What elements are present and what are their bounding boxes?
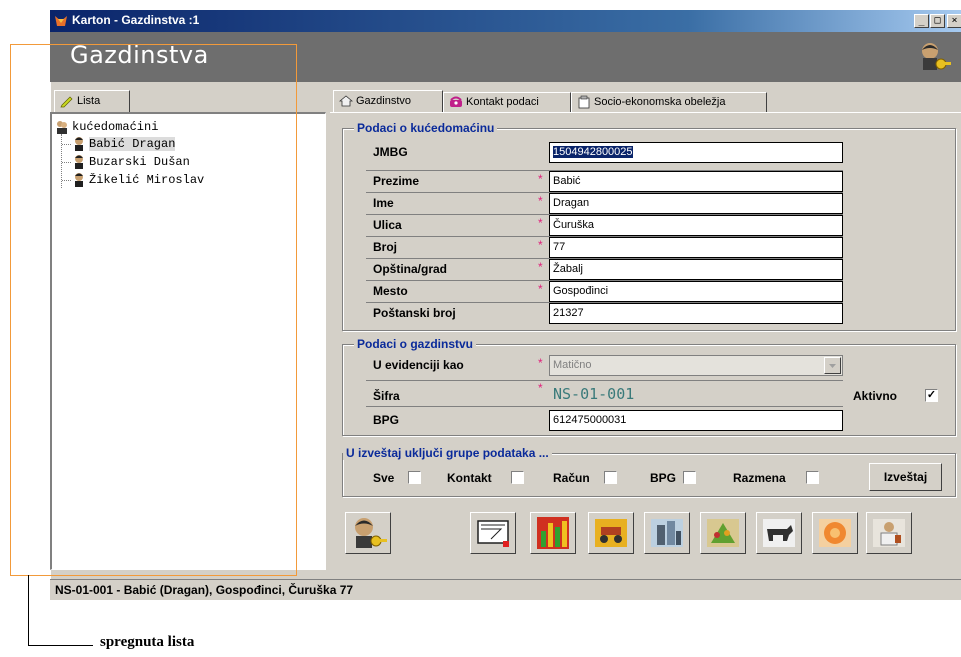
required-marker: * — [538, 238, 543, 252]
prezime-label: Prezime — [373, 174, 420, 188]
row-divider — [366, 406, 843, 407]
building-icon — [651, 519, 683, 547]
jmbg-field[interactable]: 1504942800025 — [549, 142, 843, 163]
certificate-icon — [477, 520, 509, 547]
tab-socio[interactable]: Socio-ekonomska obeležja — [571, 92, 767, 112]
tractor-icon — [595, 519, 627, 547]
opstina-label: Opština/grad — [373, 262, 448, 276]
status-bar: NS-01-001 - Babić (Dragan), Gospođinci, … — [50, 579, 961, 600]
status-text: NS-01-001 - Babić (Dragan), Gospođinci, … — [55, 583, 354, 597]
callout-line — [28, 645, 93, 646]
evidencija-select[interactable]: Matično — [549, 355, 843, 376]
lab-icon — [873, 519, 905, 547]
document-icon — [578, 95, 590, 109]
opt-racun-checkbox[interactable] — [604, 471, 617, 484]
required-marker: * — [538, 194, 543, 208]
tab-kontakt-label: Kontakt podaci — [466, 96, 539, 108]
sifra-label: Šifra — [373, 389, 400, 403]
bar-chart-icon — [537, 517, 569, 549]
opstina-field[interactable]: Žabalj — [549, 259, 843, 280]
postanski-label: Poštanski broj — [373, 306, 456, 320]
agronomy-button[interactable] — [866, 512, 912, 554]
statistics-button[interactable] — [530, 512, 576, 554]
row-divider — [366, 380, 843, 381]
opt-sve-checkbox[interactable] — [408, 471, 421, 484]
postanski-field[interactable]: 21327 — [549, 303, 843, 324]
farm-group-label: Podaci o gazdinstvu — [354, 337, 477, 351]
aktivno-checkbox[interactable]: ✓ — [925, 389, 938, 402]
house-icon — [339, 95, 353, 107]
products-button[interactable] — [812, 512, 858, 554]
phone-icon — [450, 96, 462, 107]
opt-kontakt-label: Kontakt — [447, 471, 492, 485]
required-marker: * — [538, 282, 543, 296]
report-group-label: U izveštaj uključi grupe podataka ... — [343, 446, 552, 460]
required-marker: * — [538, 356, 543, 370]
opt-racun-label: Račun — [553, 471, 590, 485]
jmbg-label: JMBG — [373, 145, 408, 159]
livestock-button[interactable] — [756, 512, 802, 554]
product-icon — [819, 519, 851, 547]
opt-razmena-label: Razmena — [733, 471, 786, 485]
tab-gazdinstvo[interactable]: Gazdinstvo — [333, 90, 443, 112]
collapsed-list-highlight — [10, 44, 297, 576]
buildings-button[interactable] — [644, 512, 690, 554]
app-icon — [55, 16, 67, 26]
user-key-icon — [355, 518, 387, 548]
owner-group-label: Podaci o kućedomaćinu — [354, 121, 498, 135]
user-key-icon — [922, 43, 951, 70]
tab-gazdinstvo-label: Gazdinstvo — [356, 95, 412, 107]
opt-sve-label: Sve — [373, 471, 395, 485]
sifra-value: NS-01-001 — [553, 385, 635, 403]
user-key-button[interactable] — [345, 512, 391, 554]
cow-icon — [763, 519, 795, 547]
callout-line — [28, 575, 29, 646]
dropdown-button[interactable] — [824, 357, 841, 374]
opt-bpg-label: BPG — [650, 471, 677, 485]
certificate-button[interactable] — [470, 512, 516, 554]
mesto-label: Mesto — [373, 284, 408, 298]
tab-socio-label: Socio-ekonomska obeležja — [594, 96, 726, 108]
chevron-down-icon — [829, 364, 836, 368]
required-marker: * — [538, 216, 543, 230]
opt-bpg-checkbox[interactable] — [683, 471, 696, 484]
ime-label: Ime — [373, 196, 394, 210]
required-marker: * — [538, 381, 543, 395]
callout-label: spregnuta lista — [100, 634, 195, 650]
maximize-button[interactable]: □ — [930, 14, 945, 28]
opt-kontakt-checkbox[interactable] — [511, 471, 524, 484]
izvestaj-button[interactable]: Izveštaj — [869, 463, 942, 491]
mesto-field[interactable]: Gospođinci — [549, 281, 843, 302]
ime-field[interactable]: Dragan — [549, 193, 843, 214]
crops-icon — [707, 519, 739, 547]
ulica-label: Ulica — [373, 218, 402, 232]
minimize-button[interactable]: _ — [914, 14, 929, 28]
crops-button[interactable] — [700, 512, 746, 554]
broj-field[interactable]: 77 — [549, 237, 843, 258]
aktivno-label: Aktivno — [853, 389, 898, 403]
close-button[interactable]: × — [947, 14, 961, 28]
opt-razmena-checkbox[interactable] — [806, 471, 819, 484]
broj-label: Broj — [373, 240, 397, 254]
required-marker: * — [538, 260, 543, 274]
prezime-field[interactable]: Babić — [549, 171, 843, 192]
tab-kontakt[interactable]: Kontakt podaci — [443, 92, 571, 112]
window-title: Karton - Gazdinstva :1 — [72, 13, 200, 27]
evidencija-label: U evidenciji kao — [373, 358, 464, 372]
ulica-field[interactable]: Čuruška — [549, 215, 843, 236]
required-marker: * — [538, 172, 543, 186]
title-bar[interactable]: Karton - Gazdinstva :1 _ □ × — [50, 10, 961, 32]
bpg-field[interactable]: 612475000031 — [549, 410, 843, 431]
bpg-label: BPG — [373, 413, 400, 427]
machinery-button[interactable] — [588, 512, 634, 554]
